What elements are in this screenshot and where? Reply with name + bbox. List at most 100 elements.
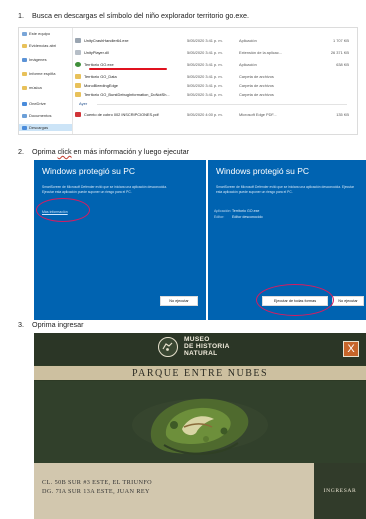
nav-label: Imágenes [29, 57, 47, 62]
onedrive-icon [22, 101, 27, 106]
file-explorer-window: Este equipo Evidencias abri Imágenes Inf… [18, 27, 358, 135]
logo-line: NATURAL [184, 349, 218, 357]
museum-app-window: MUSEO DE HISTORIA NATURAL X PARQUE ENTRE… [34, 333, 366, 519]
folder-icon [75, 82, 81, 88]
exe-icon [75, 37, 81, 43]
dont-run-button[interactable]: No ejecutar [332, 296, 364, 306]
file-row[interactable]: MonoBleedingEdge 5/05/2020 3:41 p. m. Ca… [75, 81, 357, 89]
step-text: Busca en descargas el símbolo del niño e… [32, 11, 249, 20]
dont-run-button[interactable]: No ejecutar [160, 296, 198, 306]
museum-header: MUSEO DE HISTORIA NATURAL X [34, 333, 366, 365]
explorer-kid-icon [75, 61, 81, 67]
file-name: Cuento de cobro 002 INSCRIPCIONES.pdf [84, 111, 159, 117]
documents-icon [22, 113, 27, 118]
nav-item[interactable]: OneDrive [22, 100, 46, 107]
nav-item[interactable]: Informe espiña [22, 70, 55, 77]
divider [97, 104, 347, 105]
file-row[interactable]: UnityPlayer.dll 5/05/2020 3:41 p. m. Ext… [75, 48, 357, 56]
folder-icon [22, 85, 27, 90]
file-type: Microsoft Edge PDF... [239, 111, 277, 117]
app-label: Aplicación: [214, 209, 232, 213]
close-button[interactable]: X [343, 341, 359, 357]
file-date: 5/05/2020 3:41 p. m. [187, 82, 223, 88]
group-header[interactable]: Ayer [79, 101, 87, 106]
nav-item[interactable]: Imágenes [22, 56, 47, 63]
file-date: 5/05/2020 3:41 p. m. [187, 91, 223, 97]
publisher-row: Editor: Editor desconocido [214, 215, 263, 219]
nav-label: Evidencias abri [29, 43, 57, 48]
highlight-ellipse [256, 284, 334, 316]
nav-item-downloads[interactable]: Descargas [19, 124, 72, 131]
museum-footer: CL. 50B SUR #3 ESTE, EL TRIUNFO DG. 7IA … [34, 463, 366, 519]
step-text: Oprima ingresar [32, 320, 84, 329]
step-text-underlined: click [57, 147, 72, 156]
step-text: Oprima [32, 147, 58, 156]
file-date: 5/05/2020 3:41 p. m. [187, 37, 223, 43]
file-size: 638 KB [336, 61, 349, 67]
file-row[interactable]: Territorio GO_BurstDebugInformation_DoNo… [75, 90, 357, 98]
file-date: 5/05/2020 4:00 p. m. [187, 111, 223, 117]
address-block: CL. 50B SUR #3 ESTE, EL TRIUNFO DG. 7IA … [42, 478, 152, 496]
nav-label: OneDrive [29, 101, 46, 106]
file-row-territorio-go-exe[interactable]: Territorio GO.exe 5/05/2020 3:41 p. m. A… [75, 60, 357, 68]
nav-label: música [29, 85, 42, 90]
nav-label: Informe espiña [29, 71, 56, 76]
nav-item[interactable]: Este equipo [22, 30, 50, 37]
step-3-instruction: 3. Oprima ingresar [18, 320, 84, 329]
download-icon [22, 125, 27, 130]
museum-logo-text: MUSEO DE HISTORIA NATURAL [184, 336, 230, 358]
pictures-icon [22, 57, 27, 62]
this-pc-icon [22, 31, 27, 36]
file-name: MonoBleedingEdge [84, 82, 118, 88]
step-2-instruction: 2. Oprima click en más información y lueg… [18, 147, 189, 156]
dialog-body: SmartScreen de Microsoft Defender evitó … [42, 185, 167, 194]
publisher-label: Editor: [214, 215, 225, 219]
red-underline-highlight [89, 68, 167, 70]
app-value: Territorio GO.exe [232, 209, 260, 213]
nav-label: Descargas [29, 125, 49, 130]
file-name: Territorio GO.exe [84, 61, 114, 67]
file-date: 5/05/2020 3:41 p. m. [187, 49, 223, 55]
nav-item[interactable]: Documentos [22, 112, 51, 119]
file-size: 135 KB [336, 111, 349, 117]
file-type: Carpeta de archivos [239, 91, 274, 97]
publisher-value: Editor desconocido [232, 215, 263, 219]
file-row[interactable]: Cuento de cobro 002 INSCRIPCIONES.pdf 5/… [75, 110, 357, 118]
file-name: Territorio GO_BurstDebugInformation_DoNo… [84, 91, 170, 97]
address-line: CL. 50B SUR #3 ESTE, EL TRIUNFO [42, 479, 153, 486]
step-number: 2. [18, 147, 24, 156]
park-name-banner: PARQUE ENTRE NUBES [34, 366, 366, 380]
nav-item[interactable]: Evidencias abri [22, 42, 56, 49]
file-type: Carpeta de archivos [239, 73, 274, 79]
file-size: 26 371 KB [330, 49, 349, 55]
nav-item[interactable]: música [22, 84, 42, 91]
folder-icon [22, 43, 27, 48]
museum-logo-icon [158, 337, 178, 357]
highlight-ellipse [36, 198, 90, 222]
file-row[interactable]: Territorio GO_Data 5/05/2020 3:41 p. m. … [75, 72, 357, 80]
navigation-pane: Este equipo Evidencias abri Imágenes Inf… [19, 28, 73, 134]
dialog-body: SmartScreen de Microsoft Defender evitó … [216, 185, 354, 194]
file-type: Aplicación [239, 61, 257, 67]
dialog-title: Windows protegió su PC [42, 166, 136, 176]
dll-icon [75, 49, 81, 55]
file-name: UnityPlayer.dll [84, 49, 109, 55]
file-row[interactable]: UnityCrashHandler64.exe 5/05/2020 3:41 p… [75, 36, 357, 44]
step-1-instruction: 1. Busca en descargas el símbolo del niño… [18, 11, 249, 20]
smartscreen-dialog-run: Windows protegió su PC SmartScreen de Mi… [208, 160, 366, 320]
file-name: Territorio GO_Data [84, 73, 117, 79]
park-island-illustration [132, 398, 268, 455]
step-number: 1. [18, 11, 24, 20]
nav-label: Documentos [29, 113, 52, 118]
file-name: UnityCrashHandler64.exe [84, 37, 129, 43]
folder-icon [75, 91, 81, 97]
file-type: Extensión de la aplicac... [239, 49, 283, 55]
file-type: Carpeta de archivos [239, 82, 274, 88]
enter-button[interactable]: INGRESAR [314, 463, 366, 519]
folder-icon [22, 71, 27, 76]
file-date: 5/05/2020 3:41 p. m. [187, 61, 223, 67]
folder-icon [75, 73, 81, 79]
smartscreen-dialog-more-info: Windows protegió su PC SmartScreen de Mi… [34, 160, 206, 320]
app-name-row: Aplicación:Territorio GO.exe [214, 209, 259, 213]
pdf-icon [75, 111, 81, 117]
